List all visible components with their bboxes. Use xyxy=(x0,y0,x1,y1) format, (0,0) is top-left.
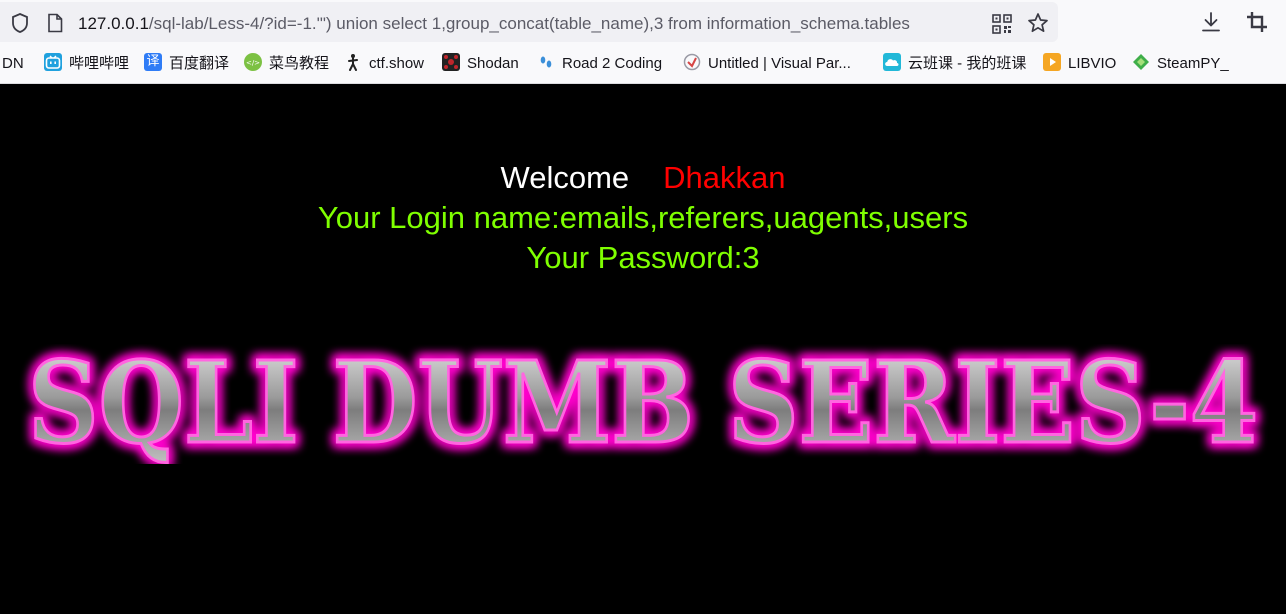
bookmark-steampy[interactable]: SteamPY_ xyxy=(1132,54,1229,74)
bookmark-label: Shodan xyxy=(467,55,519,73)
bookmark-star-icon[interactable] xyxy=(1027,12,1049,34)
qr-code-icon[interactable] xyxy=(992,14,1012,34)
banner-text: SQLI DUMB SERIES-4 xyxy=(28,344,1258,464)
password-line: Your Password:3 xyxy=(0,238,1286,278)
bookmark-cloud-class[interactable]: 云班课 - 我的班课 xyxy=(883,53,1027,74)
login-name-text: Your Login name:emails,referers,uagents,… xyxy=(317,200,969,235)
shield-icon[interactable] xyxy=(10,12,30,34)
page-icon[interactable] xyxy=(46,13,64,33)
cloud-class-icon xyxy=(883,53,901,72)
welcome-label: Welcome xyxy=(500,160,630,195)
bookmark-road-2-coding[interactable]: Road 2 Coding xyxy=(537,54,662,74)
bookmark-label: 百度翻译 xyxy=(169,55,230,73)
ctfshow-icon xyxy=(344,53,362,72)
steampy-icon xyxy=(1132,53,1150,71)
bookmark-label: DN xyxy=(2,55,24,73)
url-text[interactable]: 127.0.0.1/sql-lab/Less-4/?id=-1.'") unio… xyxy=(78,12,986,36)
password-text: Your Password:3 xyxy=(526,240,760,275)
bookmark-dn[interactable]: DN xyxy=(2,54,24,74)
bookmarks-toolbar: DN 哔哩哔哩 译百度翻译 </> 菜鸟教程 ctf.show Shodan R… xyxy=(0,45,1286,84)
download-icon[interactable] xyxy=(1200,10,1222,34)
bookmark-label: 云班课 - 我的班课 xyxy=(908,55,1027,73)
bilibili-icon xyxy=(44,53,62,72)
bookmark-shodan[interactable]: Shodan xyxy=(442,53,519,74)
runoob-icon: </> xyxy=(244,53,262,72)
bookmark-label: 哔哩哔哩 xyxy=(69,55,130,73)
bookmark-label: 菜鸟教程 xyxy=(269,55,330,73)
bookmark-label: Untitled | Visual Par... xyxy=(708,55,851,73)
bookmark-label: Road 2 Coding xyxy=(562,55,663,73)
svg-text:</>: </> xyxy=(246,59,260,67)
baidu-translate-icon: 译 xyxy=(144,53,162,72)
bookmark-libvio[interactable]: LIBVIO xyxy=(1043,53,1117,74)
sqli-dumb-series-banner: SQLI DUMB SERIES-4 SQLI DUMB SERIES-4 xyxy=(24,344,1263,464)
page-content: Welcome Dhakkan Your Login name:emails,re… xyxy=(0,84,1286,614)
welcome-name: Dhakkan xyxy=(663,160,786,195)
login-name-line: Your Login name:emails,referers,uagents,… xyxy=(0,198,1286,238)
bookmark-visual-paradigm[interactable]: Untitled | Visual Par... xyxy=(683,53,851,74)
bookmark-ctfshow[interactable]: ctf.show xyxy=(344,54,424,74)
browser-toolbar: 127.0.0.1/sql-lab/Less-4/?id=-1.'") unio… xyxy=(0,0,1286,45)
footprints-icon xyxy=(537,53,555,71)
url-host: 127.0.0.1 xyxy=(78,14,149,33)
address-bar[interactable]: 127.0.0.1/sql-lab/Less-4/?id=-1.'") unio… xyxy=(0,2,1058,42)
bookmark-baidu-translate[interactable]: 译百度翻译 xyxy=(144,53,230,74)
bookmark-runoob[interactable]: </> 菜鸟教程 xyxy=(244,53,330,74)
bookmark-label: ctf.show xyxy=(369,55,425,73)
shodan-icon xyxy=(442,53,460,72)
url-path: /sql-lab/Less-4/?id=-1.'") union select … xyxy=(148,14,910,33)
bookmark-bilibili[interactable]: 哔哩哔哩 xyxy=(44,53,130,74)
welcome-line: Welcome Dhakkan xyxy=(0,158,1286,198)
libvio-icon xyxy=(1043,53,1061,72)
visual-paradigm-icon xyxy=(683,53,701,71)
crop-screenshot-icon[interactable] xyxy=(1246,11,1268,33)
bookmark-label: LIBVIO xyxy=(1068,55,1117,73)
bookmark-label: SteamPY_ xyxy=(1157,55,1229,73)
